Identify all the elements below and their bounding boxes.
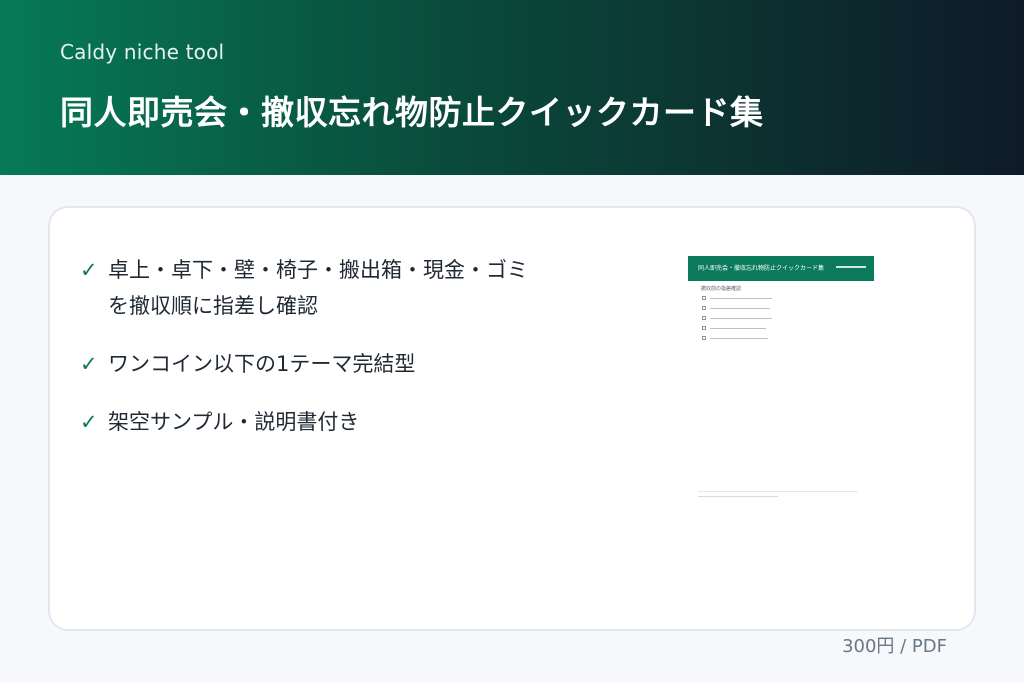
- page-title: 同人即売会・撤収忘れ物防止クイックカード集: [60, 93, 764, 132]
- check-icon: ✓: [80, 258, 98, 282]
- document-preview-thumbnail: 同人即売会・撤収忘れ物防止クイックカード集 撤収前の指差確認: [688, 256, 874, 500]
- checkbox-icon: [702, 306, 706, 310]
- feature-item: ✓ 架空サンプル・説明書付き: [80, 404, 540, 440]
- preview-footer-text: [698, 496, 778, 497]
- preview-checklist-row: [702, 295, 874, 302]
- preview-checklist-row: [702, 325, 874, 332]
- feature-text: 卓上・卓下・壁・椅子・搬出箱・現金・ゴミを撤収順に指差し確認: [108, 258, 528, 318]
- preview-checklist-row: [702, 305, 874, 312]
- preview-checklist-row: [702, 315, 874, 322]
- preview-header-mark: [836, 266, 866, 268]
- checkbox-icon: [702, 326, 706, 330]
- feature-text: ワンコイン以下の1テーマ完結型: [108, 352, 416, 376]
- header-banner: Caldy niche tool 同人即売会・撤収忘れ物防止クイックカード集: [0, 0, 1024, 175]
- brand-subtitle: Caldy niche tool: [60, 40, 225, 64]
- preview-footer-divider: [698, 491, 858, 492]
- feature-item: ✓ ワンコイン以下の1テーマ完結型: [80, 346, 540, 382]
- price-label: 300円 / PDF: [842, 636, 947, 657]
- check-icon: ✓: [80, 352, 98, 376]
- feature-list: ✓ 卓上・卓下・壁・椅子・搬出箱・現金・ゴミを撤収順に指差し確認 ✓ ワンコイン…: [80, 252, 540, 462]
- feature-item: ✓ 卓上・卓下・壁・椅子・搬出箱・現金・ゴミを撤収順に指差し確認: [80, 252, 540, 324]
- preview-checklist-row: [702, 335, 874, 342]
- preview-section-label: 撤収前の指差確認: [701, 286, 742, 292]
- checkbox-icon: [702, 316, 706, 320]
- checkbox-icon: [702, 296, 706, 300]
- preview-header: 同人即売会・撤収忘れ物防止クイックカード集: [688, 256, 874, 281]
- checkbox-icon: [702, 336, 706, 340]
- feature-text: 架空サンプル・説明書付き: [108, 410, 360, 434]
- preview-title: 同人即売会・撤収忘れ物防止クイックカード集: [698, 265, 825, 272]
- check-icon: ✓: [80, 410, 98, 434]
